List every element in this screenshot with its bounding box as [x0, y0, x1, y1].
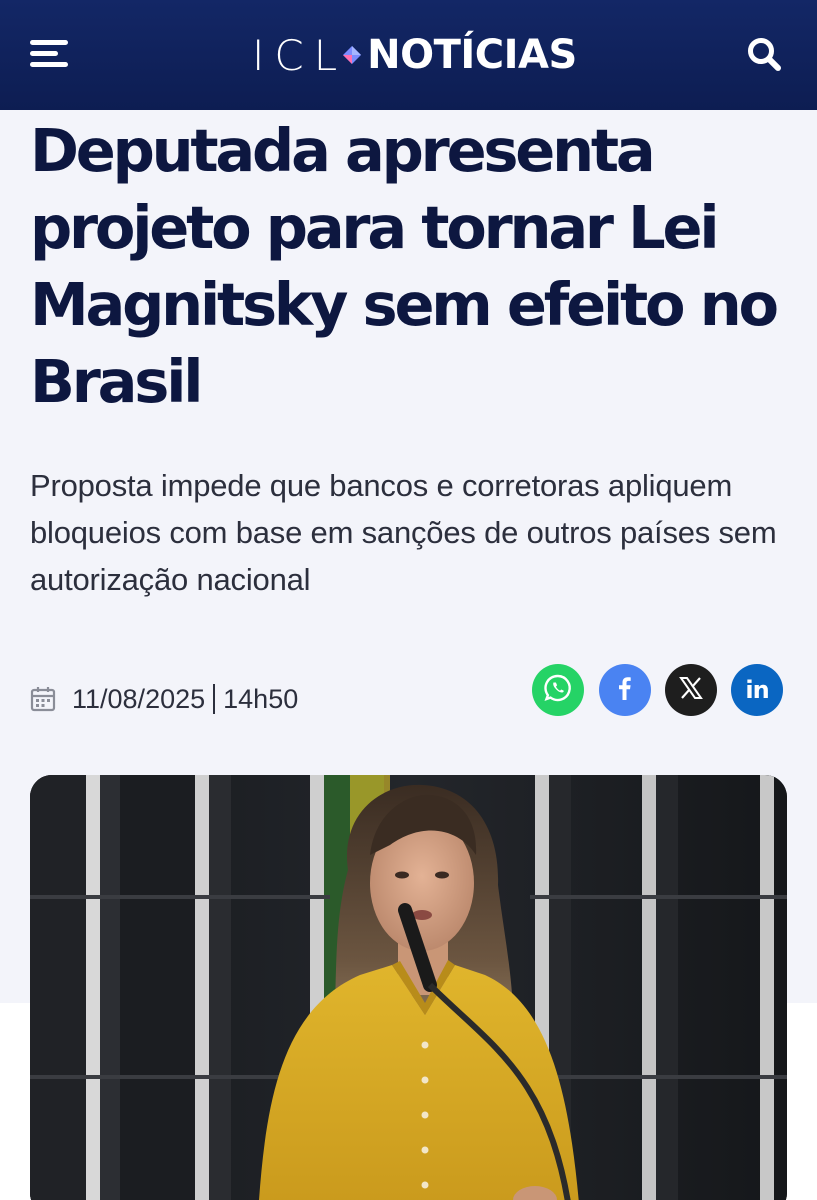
article-photo [30, 775, 787, 1200]
facebook-icon [610, 673, 640, 708]
news-article-page: ICL NOTÍCIAS Deputada apresenta projeto … [0, 0, 817, 1200]
logo-noticias-text: NOTÍCIAS [367, 32, 577, 78]
meta-divider [213, 684, 216, 714]
site-logo[interactable]: ICL NOTÍCIAS [252, 28, 577, 82]
linkedin-icon: in [745, 676, 769, 704]
logo-mark-icon [339, 42, 365, 68]
hamburger-menu-icon[interactable] [24, 34, 76, 76]
article-meta: 11/08/2025 14h50 [30, 676, 298, 722]
share-linkedin-button[interactable]: in [731, 664, 783, 716]
share-facebook-button[interactable] [599, 664, 651, 716]
whatsapp-icon [543, 673, 573, 708]
article-date: 11/08/2025 [72, 683, 206, 714]
article-headline: Deputada apresenta projeto para tornar L… [30, 116, 779, 416]
share-x-button[interactable] [665, 664, 717, 716]
article-time: 14h50 [223, 683, 299, 714]
share-whatsapp-button[interactable] [532, 664, 584, 716]
logo-icl-text: ICL [252, 30, 348, 80]
x-icon [677, 674, 705, 707]
article-subtitle: Proposta impede que bancos e corretoras … [30, 468, 777, 597]
site-header: ICL NOTÍCIAS [0, 0, 817, 110]
calendar-icon [30, 686, 56, 712]
search-icon[interactable] [742, 32, 788, 78]
